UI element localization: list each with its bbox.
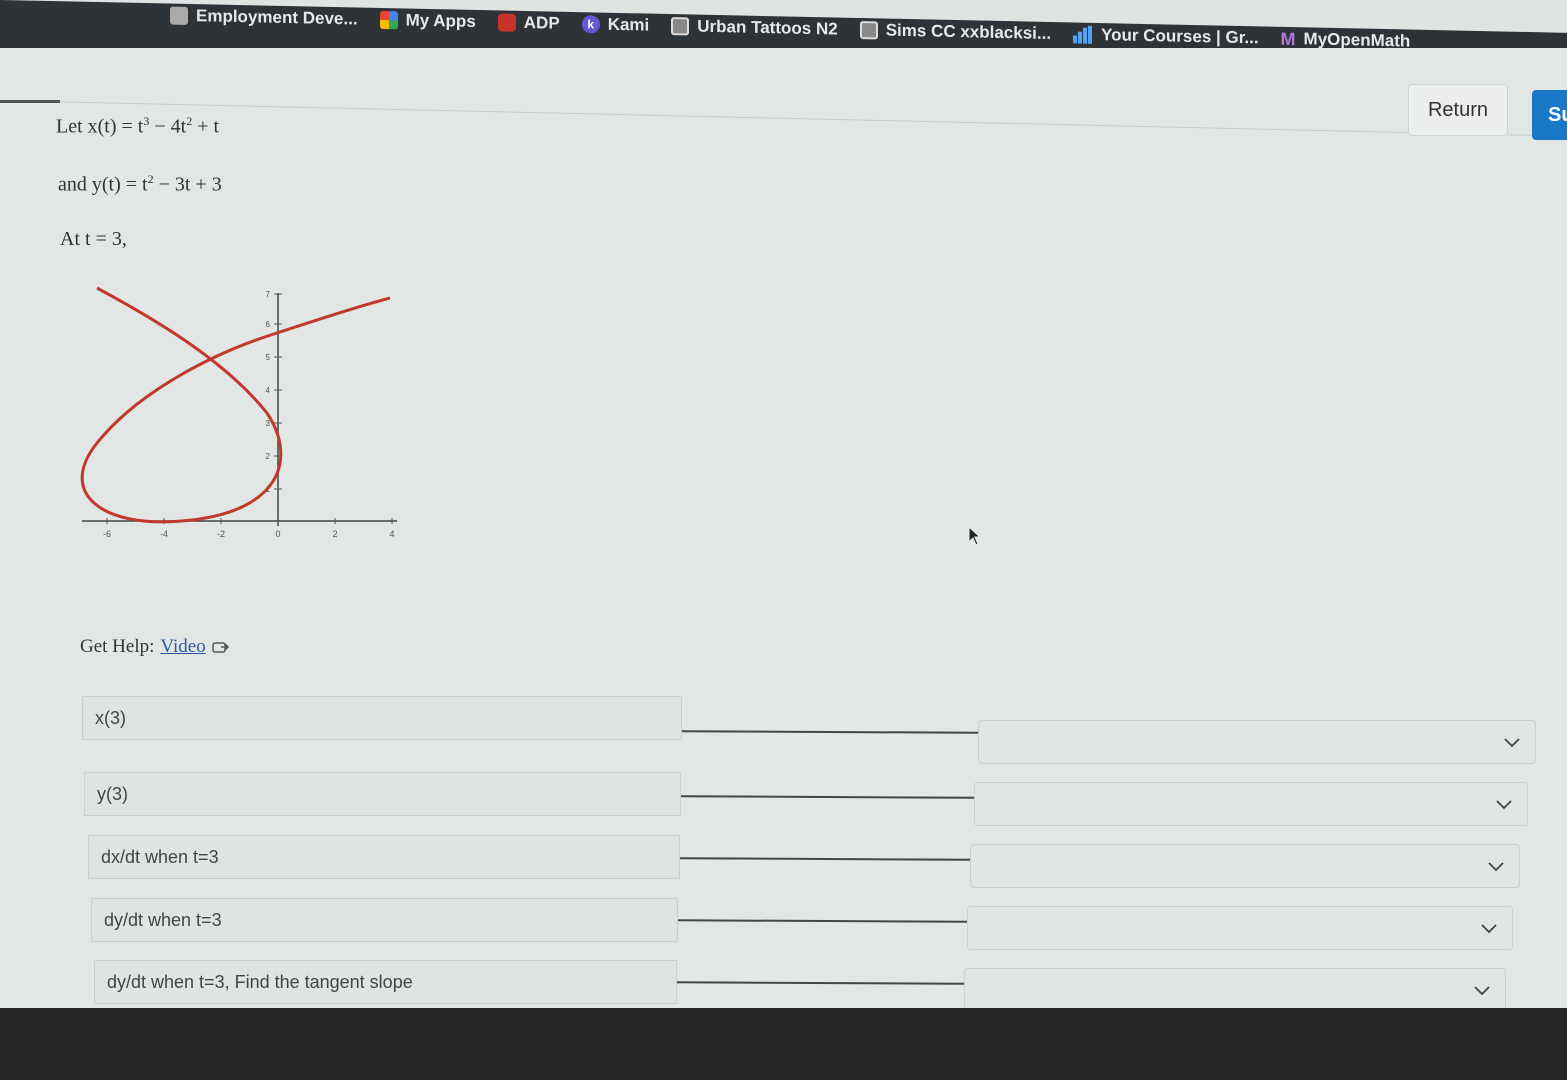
parametric-curve <box>80 286 391 524</box>
return-button[interactable]: Return <box>1408 84 1508 136</box>
row-label-dxdt: dx/dt when t=3 <box>88 835 680 879</box>
apps-icon <box>379 10 398 30</box>
svg-text:-4: -4 <box>160 529 168 539</box>
y-tick: 4 <box>266 386 282 395</box>
row-connector <box>680 795 975 799</box>
bookmark-sims-cc[interactable]: Sims CC xxblacksi... <box>859 20 1051 44</box>
chevron-down-icon <box>1474 986 1490 996</box>
myopenmath-icon: M <box>1280 28 1296 50</box>
y-tick: 7 <box>266 290 282 299</box>
submit-button[interactable]: Su <box>1532 90 1567 140</box>
svg-text:6: 6 <box>266 320 271 329</box>
evaluation-point: At t = 3, <box>60 228 127 250</box>
row-label-tangent-slope: dy/dt when t=3, Find the tangent slope <box>94 960 677 1004</box>
mouse-cursor-icon <box>968 526 982 546</box>
row-connector <box>679 857 971 861</box>
row-label-x3: x(3) <box>82 696 682 740</box>
row-connector <box>677 919 968 923</box>
answer-select-y3[interactable] <box>974 782 1528 826</box>
kami-icon: k <box>581 15 600 34</box>
answer-select-dydt[interactable] <box>967 906 1513 950</box>
y-tick: 6 <box>266 320 282 329</box>
bookmark-your-courses[interactable]: Your Courses | Gr... <box>1073 24 1259 48</box>
answer-select-dxdt[interactable] <box>970 844 1520 888</box>
adp-icon <box>497 13 516 32</box>
bookmark-adp[interactable]: ADP <box>497 12 560 33</box>
parametric-graph: -6 -4 -2 0 2 4 1 2 3 4 5 6 7 <box>80 286 397 539</box>
folder-icon <box>170 6 188 25</box>
monitor-bezel <box>0 1008 1567 1080</box>
header-divider <box>0 100 1567 137</box>
svg-text:7: 7 <box>266 290 271 299</box>
svg-text:5: 5 <box>266 353 271 362</box>
equation-x: Let x(t) = t3 − 4t2 + t <box>56 114 220 138</box>
chevron-down-icon <box>1496 800 1512 810</box>
bars-icon <box>1073 25 1093 44</box>
svg-text:0: 0 <box>275 529 280 539</box>
bookmark-kami[interactable]: k Kami <box>581 14 649 35</box>
row-connector <box>681 730 979 734</box>
svg-text:4: 4 <box>266 386 271 395</box>
svg-text:-2: -2 <box>217 529 225 539</box>
chevron-down-icon <box>1504 738 1520 748</box>
svg-text:2: 2 <box>266 452 271 461</box>
bookmark-my-apps[interactable]: My Apps <box>379 10 476 32</box>
equation-y: and y(t) = t2 − 3t + 3 <box>58 172 222 196</box>
video-help-link[interactable]: Video <box>160 636 205 658</box>
get-help: Get Help: Video <box>80 636 230 658</box>
header-accent <box>0 100 60 103</box>
answer-select-tangent-slope[interactable] <box>964 968 1506 1012</box>
row-label-y3: y(3) <box>84 772 681 816</box>
row-connector <box>676 981 965 985</box>
bookmark-urban-tattoos[interactable]: Urban Tattoos N2 <box>671 16 838 39</box>
answer-select-x3[interactable] <box>978 720 1536 764</box>
chevron-down-icon <box>1488 862 1504 872</box>
svg-text:2: 2 <box>332 529 337 539</box>
y-tick: 5 <box>266 353 282 362</box>
photo-icon <box>859 21 878 40</box>
question-page: Return Su Let x(t) = t3 − 4t2 + t and y(… <box>0 48 1567 1012</box>
photo-icon <box>671 17 690 36</box>
svg-text:-6: -6 <box>103 529 111 539</box>
bookmark-employment[interactable]: Employment Deve... <box>170 6 358 30</box>
row-label-dydt: dy/dt when t=3 <box>91 898 678 942</box>
external-link-icon <box>211 642 229 653</box>
chevron-down-icon <box>1481 924 1497 934</box>
svg-text:4: 4 <box>389 529 394 539</box>
